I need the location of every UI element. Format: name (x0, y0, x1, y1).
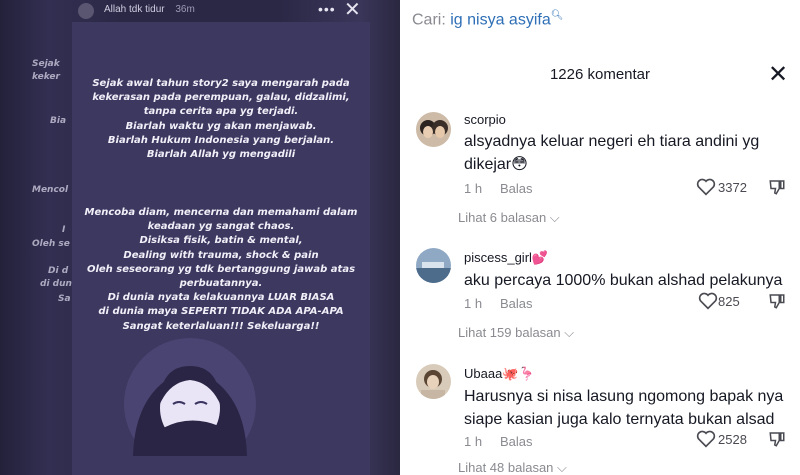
story-username-text: Allah tdk tidur (104, 4, 165, 15)
story-line: di dunia maya SEPERTI TIDAK ADA APA-APA (98, 306, 344, 318)
reply-button[interactable]: Balas (500, 434, 533, 449)
view-replies-link[interactable]: Lihat 6 balasan ⌵ (458, 210, 560, 226)
comments-panel: Cari: ig nisya asyifa🔍︎ 1226 komentar ✕ … (400, 0, 800, 475)
view-replies-link[interactable]: Lihat 48 balasan ⌵ (458, 460, 567, 475)
story-line: Biarlah waktu yg akan menjawab. (125, 120, 317, 132)
comment-item: Ubaaa🐙🦩 Harusnya si nisa lasung ngomong … (400, 360, 800, 475)
story-line: Mencoba diam, mencerna dan memahami dala… (84, 207, 358, 218)
comment-text: Harusnya si nisa lasung ngomong bapak ny… (464, 388, 784, 428)
story-line: Sejak awal tahun story2 saya mengarah pa… (92, 78, 350, 89)
avatar[interactable] (416, 112, 451, 147)
story-topbar: Allah tdk tidur 36m ••• ✕ (0, 0, 400, 22)
avatar[interactable] (416, 364, 451, 399)
comment-username[interactable]: piscess_girl💕 (464, 250, 548, 266)
edge-fragment: Bia (50, 116, 67, 126)
heart-icon[interactable] (696, 430, 716, 448)
like-count: 2528 (718, 432, 747, 447)
story-username[interactable]: Allah tdk tidur 36m (104, 4, 195, 15)
story-line: Di dunia nyata kelakuannya LUAR BIASA (107, 292, 335, 304)
view-replies-link[interactable]: Lihat 159 balasan ⌵ (458, 325, 574, 341)
edge-fragment: Sejak (32, 59, 60, 69)
story-time: 36m (175, 4, 195, 15)
like-count: 825 (718, 294, 740, 309)
comment-username[interactable]: Ubaaa🐙🦩 (464, 366, 535, 382)
comment-time: 1 h (464, 296, 483, 311)
comment-time: 1 h (464, 434, 483, 449)
story-line: Disiksa fisik, batin & mental, (139, 235, 303, 247)
story-avatar[interactable] (78, 3, 94, 19)
avatar[interactable] (416, 248, 451, 283)
avatar-photo (416, 248, 451, 283)
comment-username[interactable]: scorpio (464, 112, 506, 127)
edge-fragment: di dun (40, 279, 72, 289)
story-line: Dealing with trauma, shock & pain (123, 249, 319, 261)
reply-button[interactable]: Balas (500, 296, 533, 311)
comment-text: aku percaya 1000% bukan alshad pelakunya (464, 272, 783, 289)
reply-button[interactable]: Balas (500, 181, 533, 196)
crying-woman-illustration (124, 338, 256, 456)
comment-item: piscess_girl💕 aku percaya 1000% bukan al… (400, 244, 800, 349)
edge-fragment: Oleh se (32, 239, 70, 249)
edge-fragment: Sa (58, 294, 71, 304)
story-line: kekerasan pada perempuan, galau, didzali… (92, 92, 350, 104)
search-query[interactable]: ig nisya asyifa (450, 11, 551, 28)
search-icon[interactable]: 🔍︎ (551, 10, 564, 21)
dislike-icon[interactable] (768, 292, 786, 310)
comment-text: alsyadnya keluar negeri eh tiara andini … (464, 133, 760, 173)
avatar-photo (416, 112, 451, 147)
avatar-photo (416, 364, 451, 399)
story-paragraph-2: Mencoba diam, mencerna dan memahami dala… (72, 206, 370, 334)
edge-fragment: I (62, 225, 66, 235)
edge-fragment: Di d (48, 266, 69, 276)
dislike-icon[interactable] (768, 178, 786, 196)
comment-time: 1 h (464, 181, 483, 196)
search-label: Cari: (412, 11, 446, 29)
story-video[interactable]: Sejak keker Bia Mencol I Oleh se Di d di… (0, 0, 400, 475)
dislike-icon[interactable] (768, 430, 786, 448)
comment-count: 1226 komentar (549, 66, 651, 83)
comment-item: scorpio alsyadnya keluar negeri eh tiara… (400, 108, 800, 228)
like-count: 3372 (718, 180, 747, 195)
edge-fragment: keker (32, 72, 60, 82)
story-line: tanpa cerita apa yg terjadi. (143, 106, 299, 118)
more-options-icon[interactable]: ••• (318, 1, 336, 17)
close-story-icon[interactable]: ✕ (344, 0, 361, 22)
search-bar[interactable]: Cari: ig nisya asyifa🔍︎ (412, 10, 563, 29)
story-line: Biarlah Hukum Indonesia yang berjalan. (107, 134, 335, 146)
story-paragraph-1: Sejak awal tahun story2 saya mengarah pa… (72, 77, 370, 162)
story-line: Biarlah Allah yg mengadili (146, 149, 296, 161)
story-line: keadaan yg sangat chaos. (147, 221, 295, 233)
heart-icon[interactable] (696, 178, 716, 196)
close-comments-icon[interactable]: ✕ (768, 60, 788, 89)
heart-icon[interactable] (698, 292, 718, 310)
edge-fragment: Mencol (32, 185, 69, 195)
story-line: Oleh seseorang yg tdk bertanggung jawab … (86, 263, 356, 275)
story-line: perbuatannya. (179, 278, 263, 290)
